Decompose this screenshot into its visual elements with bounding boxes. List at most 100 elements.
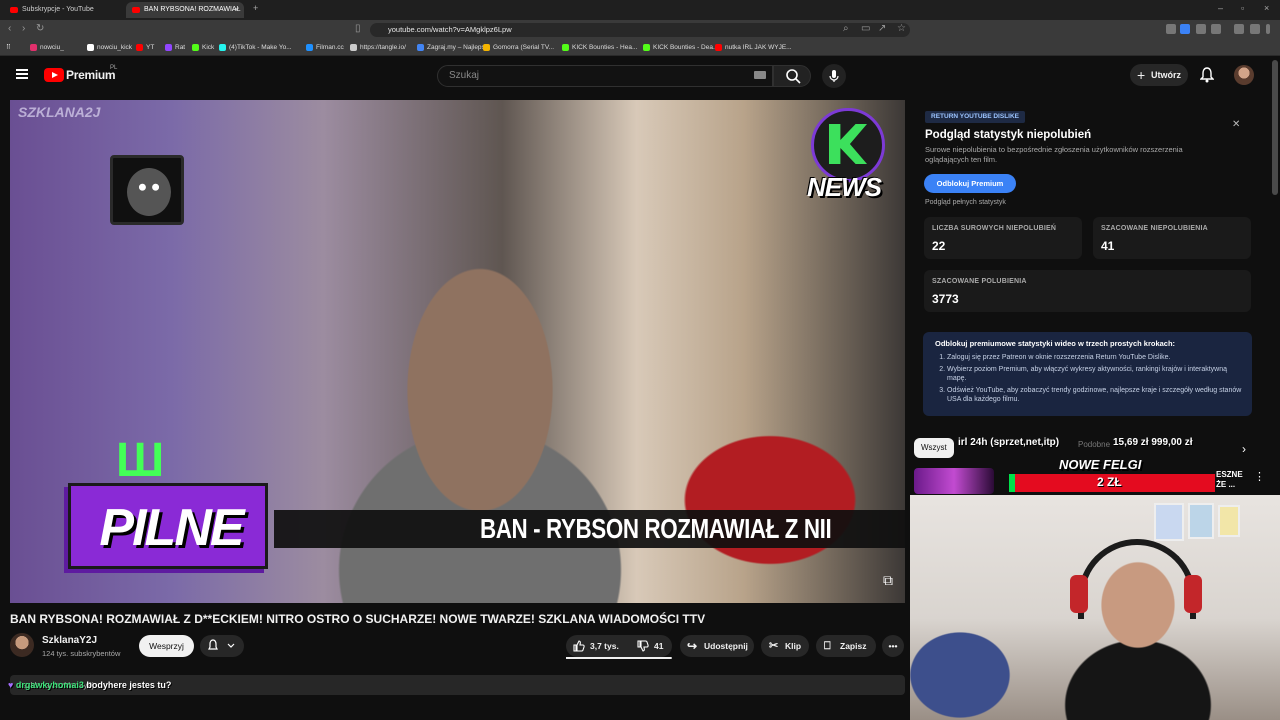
thumbs-up-icon <box>573 640 585 652</box>
bookmark-item[interactable]: Zagraj.my – Najleps... <box>417 42 490 53</box>
bookmark-item[interactable]: KICK Bounties - Hea... <box>562 42 637 53</box>
stat-label: LICZBA SUROWYCH NIEPOLUBIEŃ <box>932 225 1057 232</box>
video-player[interactable]: SZKLANA2J Ш NEWS PILNE BAN - RYBSON ROZM… <box>10 100 905 603</box>
bookmark-item[interactable]: nowciu_ <box>30 42 64 53</box>
close-tab-icon[interactable]: × <box>234 2 239 18</box>
bookmark-item[interactable]: YT <box>136 42 154 53</box>
close-icon[interactable]: ✕ <box>1232 119 1240 130</box>
save-label: Zapisz <box>840 641 867 651</box>
search-button[interactable] <box>773 65 811 87</box>
tab-current-video[interactable]: BAN RYBSONA! ROZMAWIAŁ × <box>126 2 244 18</box>
youtube-logo-icon[interactable] <box>44 68 64 82</box>
extension-icon[interactable] <box>1180 24 1190 34</box>
close-window-icon[interactable]: × <box>1264 3 1269 13</box>
subscription-bell-button[interactable] <box>200 635 244 657</box>
step-item: Wybierz poziom Premium, aby włączyć wykr… <box>947 365 1242 383</box>
bookmark-item[interactable]: https://tangle.io/ <box>350 42 406 53</box>
extension-icon[interactable] <box>1196 24 1206 34</box>
channel-avatar[interactable] <box>10 633 34 657</box>
like-ratio-fill <box>566 657 671 659</box>
install-icon[interactable]: ▭ <box>861 23 870 34</box>
new-tab-button[interactable]: + <box>253 3 258 13</box>
back-icon[interactable]: ‹ <box>8 23 11 34</box>
like-ratio-bar <box>566 657 672 659</box>
tab-label: Subskrypcje - YouTube <box>22 6 94 13</box>
recommended-title[interactable]: ESZNE ŻE ... <box>1216 470 1243 490</box>
step-item: Zaloguj się przez Patreon w oknie rozsze… <box>947 353 1242 362</box>
support-button[interactable]: Wesprzyj <box>139 635 194 657</box>
headset-ear <box>1184 575 1202 613</box>
monster-logo-icon: Ш <box>116 434 165 487</box>
media-icon[interactable] <box>1234 24 1244 34</box>
page-scrollbar[interactable] <box>1272 60 1278 195</box>
create-button[interactable]: + Utwórz <box>1130 64 1188 86</box>
stat-estimated-likes: SZACOWANE POLUBIENIA 3773 <box>924 270 1251 312</box>
keyboard-icon[interactable] <box>754 71 766 79</box>
tab-subscriptions[interactable]: Subskrypcje - YouTube <box>4 2 122 18</box>
bookmark-item[interactable]: Rat <box>165 42 185 53</box>
extension-icon[interactable] <box>1211 24 1221 34</box>
search-placeholder: Szukaj <box>449 70 480 81</box>
forward-icon[interactable]: › <box>22 23 25 34</box>
channel-name[interactable]: SzklanaY2J <box>42 635 97 646</box>
more-actions-button[interactable]: ••• <box>882 635 904 657</box>
bookmark-item[interactable]: nowciu_kick <box>87 42 132 53</box>
felgi-goal-title: NOWE FELGI <box>1059 457 1142 472</box>
subscriber-count: 124 tys. subskrybentów <box>42 649 121 658</box>
url-text: youtube.com/watch?v=AMgklpz6Lpw <box>388 25 512 34</box>
apps-grid-icon[interactable]: ⠿ <box>6 42 11 53</box>
chip-related[interactable]: Podobne <box>1078 440 1110 449</box>
chip-all[interactable]: Wszyst <box>914 438 954 458</box>
zoom-icon[interactable]: ⌕ <box>843 23 849 34</box>
extension-icon[interactable] <box>1166 24 1176 34</box>
bookmark-item[interactable]: (4)TikTok - Make Yo... <box>219 42 292 53</box>
bookmark-favicon-icon <box>350 44 357 51</box>
voice-search-button[interactable] <box>822 64 846 88</box>
url-field[interactable]: youtube.com/watch?v=AMgklpz6Lpw <box>370 23 910 37</box>
bookmark-icon[interactable]: ▯ <box>355 23 361 34</box>
recommended-thumbnail[interactable] <box>914 468 994 494</box>
step-item: Odśwież YouTube, aby zobaczyć trendy god… <box>947 386 1242 404</box>
reload-icon[interactable]: ↻ <box>36 23 44 34</box>
menu-icon[interactable] <box>16 69 28 79</box>
logo-text[interactable]: Premium <box>66 68 116 82</box>
bookmark-favicon-icon <box>219 44 226 51</box>
search-input[interactable]: Szukaj <box>437 65 773 87</box>
bookmark-item[interactable]: KICK Bounties - Dea... <box>643 42 718 53</box>
bookmark-label: Kick <box>202 44 215 51</box>
urgent-banner: PILNE <box>68 483 268 569</box>
bookmark-item[interactable]: nutka IRL JAK WYJE... <box>715 42 792 53</box>
bookmark-favicon-icon <box>192 44 199 51</box>
search-icon <box>786 69 801 84</box>
save-button[interactable]: ⎕ Zapisz <box>816 635 876 657</box>
notifications-button[interactable] <box>1199 67 1215 88</box>
profile-icon[interactable] <box>1250 24 1260 34</box>
news-badge-text: NEWS <box>807 172 882 202</box>
stat-value: 3773 <box>932 292 959 306</box>
bell-icon <box>208 639 235 650</box>
bookmark-item[interactable]: Kick <box>192 42 214 53</box>
account-avatar[interactable] <box>1234 65 1254 85</box>
miniplayer-icon[interactable]: ⧉ <box>876 572 900 592</box>
share-button[interactable]: ↪ Udostępnij <box>680 635 754 657</box>
share-page-icon[interactable]: ↗ <box>878 23 886 34</box>
unlock-premium-button[interactable]: Odblokuj Premium <box>924 174 1016 193</box>
clip-button[interactable]: ✂ Klip <box>761 635 809 657</box>
star-icon[interactable]: ☆ <box>897 23 906 34</box>
bookmark-favicon-icon <box>483 44 490 51</box>
bookmark-item[interactable]: Gomorra (Serial TV... <box>483 42 554 53</box>
bookmark-favicon-icon <box>30 44 37 51</box>
webcam-overlay <box>910 495 1280 720</box>
maximize-icon[interactable]: ▫ <box>1241 3 1244 13</box>
menu-dots-icon[interactable] <box>1266 24 1270 34</box>
donation-goal-text: irl 24h (sprzet,net,itp) <box>958 437 1060 448</box>
minimize-icon[interactable]: – <box>1218 3 1223 13</box>
wall-picture <box>1154 503 1184 541</box>
news-badge: NEWS <box>807 108 891 206</box>
bookmark-favicon-icon <box>136 44 143 51</box>
stat-value: 22 <box>932 239 946 253</box>
more-vert-icon[interactable]: ⋮ <box>1254 470 1265 483</box>
bookmark-item[interactable]: Filman.cc <box>306 42 344 53</box>
browser-tab-bar: Subskrypcje - YouTube BAN RYBSONA! ROZMA… <box>0 0 1280 20</box>
chevron-right-icon[interactable]: › <box>1242 442 1246 456</box>
